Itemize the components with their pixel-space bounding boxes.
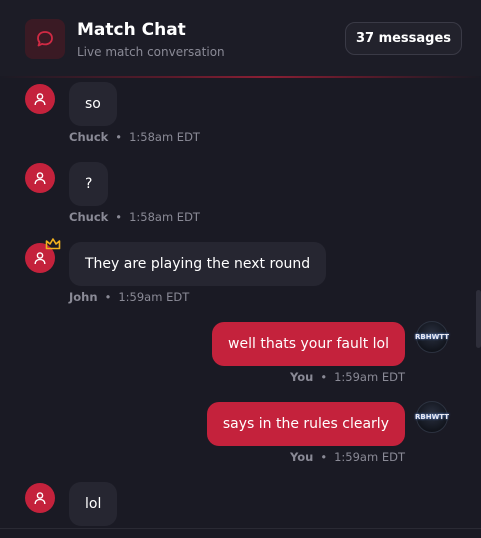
- meta-separator: •: [320, 370, 328, 384]
- page-subtitle: Live match conversation: [77, 45, 225, 59]
- user-icon: [34, 172, 46, 185]
- own-avatar[interactable]: RBHWTT: [415, 321, 449, 353]
- user-avatar[interactable]: [25, 483, 55, 513]
- message-author: Chuck: [69, 210, 109, 224]
- message-bubble-own: well thats your fault lol: [212, 322, 405, 366]
- chat-bubble-icon: [37, 31, 53, 47]
- message-bubble: ?: [69, 162, 109, 206]
- message-author: You: [289, 450, 314, 464]
- message-author: John: [69, 290, 98, 304]
- message-meta: You • 1:59am EDT: [290, 370, 405, 384]
- message-meta: You • 1:59am EDT: [290, 450, 405, 464]
- message-time: 1:59am EDT: [334, 450, 405, 464]
- message-meta: John • 1:59am EDT: [69, 290, 189, 304]
- message-bubble: lol: [69, 482, 118, 526]
- message-bubble: so: [69, 82, 117, 126]
- footer-divider: [0, 528, 481, 529]
- meta-separator: •: [104, 290, 112, 304]
- meta-separator: •: [115, 210, 123, 224]
- page-title: Match Chat: [77, 20, 186, 40]
- meta-separator: •: [320, 450, 328, 464]
- message-list[interactable]: so Chuck • 1:58am EDT ? Chuck • 1:58am EDT T…: [0, 78, 481, 528]
- message-time: 1:59am EDT: [334, 370, 405, 384]
- chat-header: Match Chat Live match conversation 37 me…: [0, 0, 481, 76]
- user-icon: [34, 492, 46, 505]
- message-author: You: [289, 370, 314, 384]
- message-bubble: They are playing the next round: [69, 242, 327, 286]
- message-bubble-own: says in the rules clearly: [206, 402, 405, 446]
- crown-icon: [45, 238, 61, 250]
- user-avatar[interactable]: [25, 163, 55, 193]
- message-time: 1:58am EDT: [129, 130, 200, 144]
- own-avatar[interactable]: RBHWTT: [415, 401, 449, 433]
- message-time: 1:58am EDT: [129, 210, 200, 224]
- message-author: Chuck: [69, 130, 109, 144]
- user-avatar[interactable]: [25, 84, 55, 114]
- message-meta: Chuck • 1:58am EDT: [69, 210, 200, 224]
- user-icon: [34, 252, 46, 265]
- message-time: 1:59am EDT: [118, 290, 190, 304]
- message-count-badge: 37 messages: [345, 22, 462, 55]
- message-meta: Chuck • 1:58am EDT: [69, 130, 200, 144]
- scrollbar-thumb[interactable]: [476, 290, 481, 348]
- user-icon: [34, 93, 46, 106]
- meta-separator: •: [115, 130, 123, 144]
- chat-logo: [25, 19, 65, 59]
